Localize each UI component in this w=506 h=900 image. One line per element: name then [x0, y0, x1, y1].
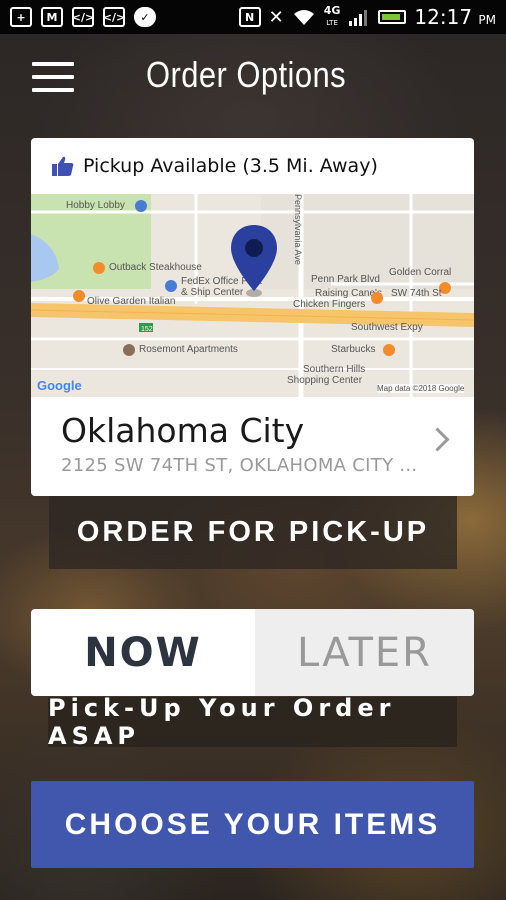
clock-ampm: PM	[478, 13, 496, 27]
asap-label: Pick-Up Your Order ASAP	[48, 694, 457, 750]
map-label: Olive Garden Italian	[87, 296, 176, 307]
map-view[interactable]: 152 Hobby Lobby Outback Steakhouse FedEx…	[31, 194, 474, 397]
app-header: Order Options	[0, 34, 506, 120]
map-label: Penn Park Blvd	[311, 274, 380, 285]
restaurant-pin	[93, 262, 105, 274]
clock-time: 12:17	[414, 5, 473, 29]
apartment-pin	[123, 344, 135, 356]
status-bar: + M </> </> ✓ N ✕ 4G LTE 12:17 PM	[0, 0, 506, 34]
map-label: Shopping Center	[287, 375, 363, 386]
map-label: Golden Corral	[389, 267, 452, 278]
cafe-pin	[383, 344, 395, 356]
location-address: 2125 SW 74TH ST, OKLAHOMA CITY ...	[61, 455, 418, 476]
map-label: Southwest Expy	[351, 322, 423, 333]
signal-icon	[349, 10, 368, 26]
network-sub: LTE	[326, 19, 338, 27]
hamburger-icon[interactable]	[32, 62, 74, 94]
gmail-icon: M	[41, 7, 63, 27]
map-label: Southern Hills	[303, 364, 366, 375]
location-marker-icon	[231, 225, 277, 297]
map-label: SW 74th St	[391, 288, 442, 299]
map-label: Rosemont Apartments	[139, 344, 238, 355]
mute-icon: ✕	[268, 6, 284, 28]
time-toggle: NOW LATER	[31, 609, 474, 696]
code-icon: </>	[103, 7, 125, 27]
chat-icon: ✓	[134, 7, 156, 27]
pickup-availability: Pickup Available (3.5 Mi. Away)	[31, 138, 474, 194]
map-label: Outback Steakhouse	[109, 262, 202, 273]
thumbs-up-icon	[52, 156, 74, 176]
map-label: Starbucks	[331, 344, 376, 355]
nfc-icon: N	[238, 7, 261, 27]
choose-items-button[interactable]: CHOOSE YOUR ITEMS	[31, 781, 474, 868]
map-label: Chicken Fingers	[293, 299, 366, 310]
map-label: Hobby Lobby	[66, 200, 125, 211]
order-for-pickup-button[interactable]: ORDER FOR PICK-UP	[49, 496, 457, 569]
map-attribution: Map data ©2018 Google	[377, 384, 465, 393]
battery-icon	[378, 10, 407, 24]
later-option[interactable]: LATER	[255, 609, 474, 696]
location-card[interactable]: Pickup Available (3.5 Mi. Away) 152 Hobb…	[31, 138, 474, 496]
now-option[interactable]: NOW	[31, 609, 255, 696]
pickup-text: Pickup Available (3.5 Mi. Away)	[83, 155, 378, 177]
google-logo: Google	[37, 378, 82, 393]
location-city: Oklahoma City	[61, 411, 305, 450]
code-icon: </>	[72, 7, 94, 27]
highway-shield: 152	[141, 326, 153, 333]
add-icon: +	[10, 7, 32, 27]
shopping-pin	[135, 200, 147, 212]
shopping-pin	[165, 280, 177, 292]
restaurant-pin	[73, 290, 85, 302]
map-label: Pennsylvania Ave	[293, 194, 303, 265]
chevron-right-icon[interactable]	[425, 427, 450, 452]
restaurant-pin	[371, 292, 383, 304]
location-info[interactable]: Oklahoma City 2125 SW 74TH ST, OKLAHOMA …	[31, 397, 474, 496]
page-title: Order Options	[146, 54, 347, 95]
wifi-icon	[293, 10, 314, 25]
network-type: 4G	[323, 4, 341, 17]
